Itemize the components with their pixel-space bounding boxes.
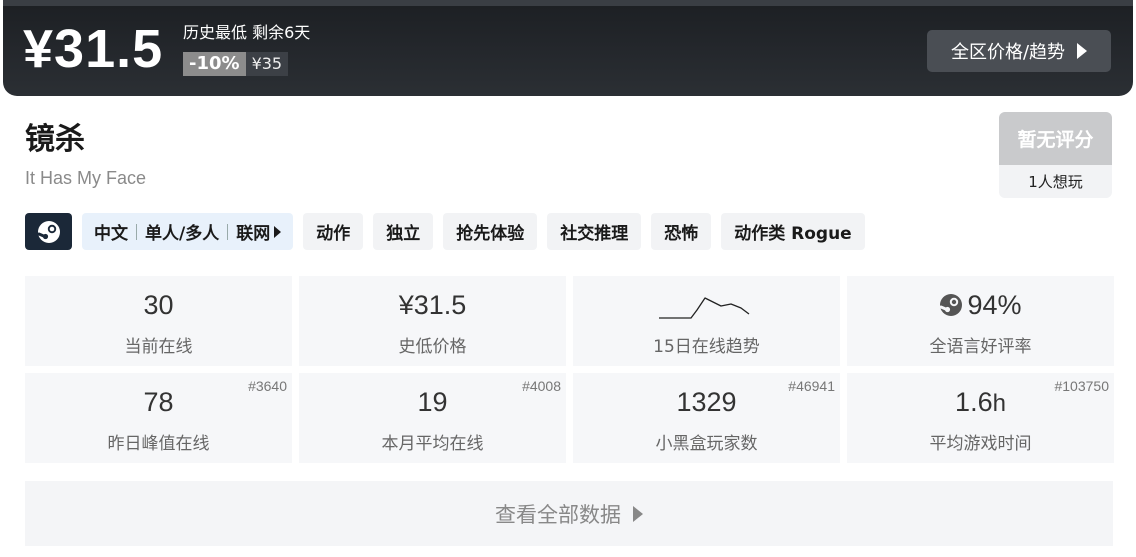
price-row: -10% ¥35 xyxy=(183,52,310,76)
stat-value-wrap: 1.6h xyxy=(847,385,1114,421)
view-all-label: 查看全部数据 xyxy=(495,502,621,527)
genre-tag[interactable]: 动作类 Rogue xyxy=(721,213,865,250)
lang-label: 中文 xyxy=(94,224,128,244)
stats-grid: 30 当前在线 ¥31.5 史低价格 15日在线趋势 94% 全语言好评率 #3… xyxy=(25,276,1114,463)
stat-avg-playtime[interactable]: #103750 1.6h 平均游戏时间 xyxy=(847,373,1114,463)
stat-value-wrap: 94% xyxy=(847,288,1114,322)
trend-sparkline xyxy=(659,297,750,319)
stat-positive-rate[interactable]: 94% 全语言好评率 xyxy=(847,276,1114,366)
game-subtitle: It Has My Face xyxy=(25,168,147,188)
stat-current-online[interactable]: 30 当前在线 xyxy=(25,276,292,366)
stat-label: 昨日峰值在线 xyxy=(107,434,210,454)
score-box[interactable]: 暂无评分 1人想玩 xyxy=(999,112,1112,198)
stat-value: 1.6 xyxy=(955,387,993,417)
price-bar-topline xyxy=(3,0,1133,6)
game-title: 镜杀 xyxy=(25,122,85,157)
steam-icon xyxy=(939,294,963,316)
wishlist-count: 1人想玩 xyxy=(1028,173,1083,191)
triangle-right-icon xyxy=(633,505,643,522)
stat-value: 94% xyxy=(967,290,1022,320)
stat-label: 当前在线 xyxy=(124,337,193,357)
stat-label: 15日在线趋势 xyxy=(653,337,760,357)
stat-online-trend[interactable]: 15日在线趋势 xyxy=(573,276,840,366)
region-price-label: 全区价格/趋势 xyxy=(950,42,1066,63)
divider xyxy=(227,223,229,240)
stat-label: 平均游戏时间 xyxy=(929,434,1032,454)
stat-value: 1329 xyxy=(676,387,737,417)
price-note: 历史最低 剩余6天 xyxy=(183,23,311,42)
stat-label: 史低价格 xyxy=(398,337,467,357)
stat-label: 全语言好评率 xyxy=(929,337,1032,357)
triangle-right-icon xyxy=(274,225,282,238)
original-price: ¥35 xyxy=(245,52,289,76)
stat-month-average[interactable]: #4008 19 本月平均在线 xyxy=(299,373,566,463)
steam-icon xyxy=(37,220,60,243)
triangle-right-icon xyxy=(1077,43,1088,59)
stat-value: 30 xyxy=(143,290,174,320)
steam-platform-tag[interactable] xyxy=(25,213,72,250)
stat-label: 本月平均在线 xyxy=(381,434,484,454)
language-mode-tag[interactable]: 中文 单人/多人 联网 xyxy=(82,213,294,250)
stat-unit: h xyxy=(992,390,1006,417)
discount-badge: -10% xyxy=(183,52,246,76)
price-bar: ¥31.5 历史最低 剩余6天 -10% ¥35 全区价格/趋势 xyxy=(3,0,1133,96)
genre-tag[interactable]: 抢先体验 xyxy=(443,213,538,250)
stat-value: 19 xyxy=(417,387,448,417)
stat-yesterday-peak[interactable]: #3640 78 昨日峰值在线 xyxy=(25,373,292,463)
stat-lowest-price[interactable]: ¥31.5 史低价格 xyxy=(299,276,566,366)
view-all-data-button[interactable]: 查看全部数据 xyxy=(25,481,1113,546)
stat-label: 小黑盒玩家数 xyxy=(655,434,758,454)
current-price: ¥31.5 xyxy=(23,19,164,79)
stat-value: 78 xyxy=(143,387,174,417)
divider xyxy=(136,223,137,240)
genre-tag[interactable]: 恐怖 xyxy=(651,213,712,250)
genre-tag[interactable]: 社交推理 xyxy=(547,213,642,250)
player-mode-label: 单人/多人 xyxy=(145,224,220,244)
online-label: 联网 xyxy=(236,224,271,244)
region-price-button[interactable]: 全区价格/趋势 xyxy=(927,30,1111,72)
genre-tag[interactable]: 动作 xyxy=(303,213,364,250)
stat-value: ¥31.5 xyxy=(398,290,467,320)
score-rating: 暂无评分 xyxy=(999,112,1112,165)
tag-row: 中文 单人/多人 联网 动作 独立 抢先体验 社交推理 恐怖 动作类 Rogue xyxy=(25,213,865,250)
price-info: 历史最低 剩余6天 -10% ¥35 xyxy=(183,22,310,76)
stat-player-count[interactable]: #46941 1329 小黑盒玩家数 xyxy=(573,373,840,463)
genre-tag[interactable]: 独立 xyxy=(373,213,434,250)
